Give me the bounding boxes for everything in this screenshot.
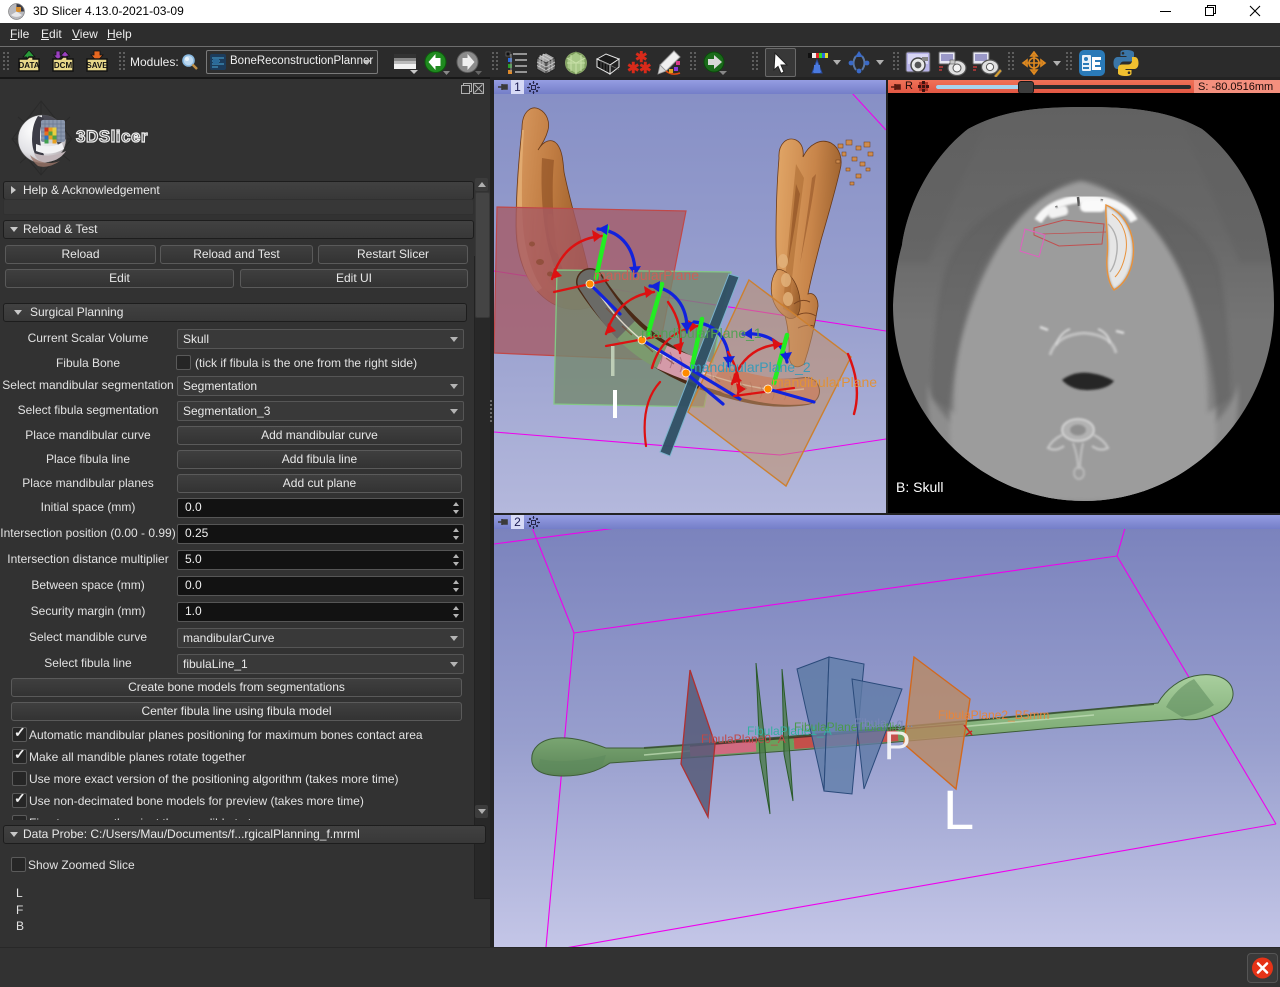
svg-text:mandibularPlane: mandibularPlane (772, 374, 877, 390)
svg-text:DCM: DCM (54, 61, 73, 70)
svg-text:L: L (943, 778, 974, 841)
svg-text:B: Skull: B: Skull (896, 479, 943, 495)
svg-text:P: P (884, 724, 911, 768)
svg-text:mandibularPlane: mandibularPlane (594, 267, 699, 283)
svg-text:mandibularPlane_2: mandibularPlane_2 (690, 359, 811, 375)
svg-text:✱: ✱ (639, 60, 651, 75)
svg-text:mandibularPlane_1: mandibularPlane_1 (641, 325, 762, 341)
svg-text:SAVE: SAVE (86, 61, 108, 70)
svg-text:DATA: DATA (18, 61, 39, 70)
svg-text:FibulaPlane2_B5mm: FibulaPlane2_B5mm (938, 708, 1049, 722)
